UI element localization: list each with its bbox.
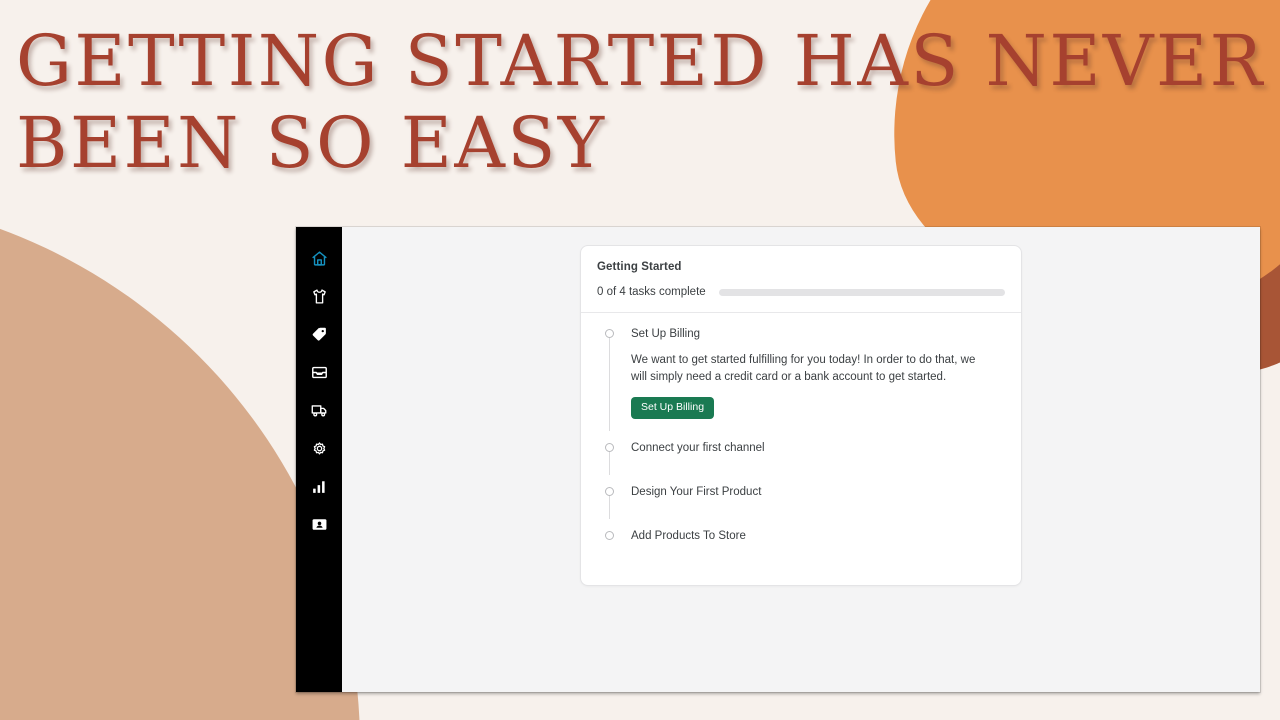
sidebar-item-tags[interactable] xyxy=(296,315,342,353)
sidebar-item-settings[interactable] xyxy=(296,429,342,467)
task-body: We want to get started fulfilling for yo… xyxy=(631,352,1005,419)
task-connector-line xyxy=(609,495,610,519)
task-item-connect-your-first-channel: Connect your first channel xyxy=(597,441,1005,475)
task-list: Set Up Billing We want to get started fu… xyxy=(581,313,1021,585)
task-item-set-up-billing: Set Up Billing We want to get started fu… xyxy=(597,327,1005,431)
sidebar-item-shipping[interactable] xyxy=(296,391,342,429)
task-status-circle-icon[interactable] xyxy=(605,530,614,540)
sidebar-item-inbox[interactable] xyxy=(296,353,342,391)
task-item-design-your-first-product: Design Your First Product xyxy=(597,485,1005,519)
task-title[interactable]: Add Products To Store xyxy=(631,529,1005,543)
progress-row: 0 of 4 tasks complete xyxy=(597,286,1005,298)
home-icon xyxy=(311,250,328,267)
sidebar-item-home[interactable] xyxy=(296,239,342,277)
headline-line-2: Been So Easy xyxy=(16,102,607,184)
tag-icon xyxy=(311,326,328,343)
task-title[interactable]: Set Up Billing xyxy=(631,327,1005,341)
task-connector-line xyxy=(609,451,610,475)
page-title: Getting Started xyxy=(597,261,682,273)
slide-stage: Getting Started Has Never Been So Easy xyxy=(0,0,1280,720)
card-header: Getting Started 0 of 4 tasks complete xyxy=(581,246,1021,313)
task-item-add-products-to-store: Add Products To Store xyxy=(597,529,1005,551)
sidebar-item-analytics[interactable] xyxy=(296,467,342,505)
task-title[interactable]: Design Your First Product xyxy=(631,485,1005,499)
app-screenshot-panel: Getting Started 0 of 4 tasks complete Se… xyxy=(296,227,1260,692)
gear-icon xyxy=(311,440,328,457)
truck-icon xyxy=(311,402,328,419)
task-action: Set Up Billing xyxy=(631,397,1005,419)
task-status-circle-icon[interactable] xyxy=(605,329,614,338)
bar-chart-icon xyxy=(311,478,328,495)
set-up-billing-button[interactable]: Set Up Billing xyxy=(631,397,715,419)
task-title[interactable]: Connect your first channel xyxy=(631,441,1005,455)
task-status-circle-icon[interactable] xyxy=(605,442,614,452)
headline-line-1: Getting Started Has Never xyxy=(16,20,1265,102)
contact-card-icon xyxy=(311,516,328,533)
tshirt-icon xyxy=(311,288,328,305)
sidebar-item-contacts[interactable] xyxy=(296,505,342,543)
inbox-icon xyxy=(311,364,328,381)
headline: Getting Started Has Never Been So Easy xyxy=(16,18,1266,186)
sidebar-nav xyxy=(296,227,342,692)
task-status-circle-icon[interactable] xyxy=(605,486,614,496)
task-connector-line xyxy=(609,338,610,431)
getting-started-card: Getting Started 0 of 4 tasks complete Se… xyxy=(580,245,1022,586)
progress-bar xyxy=(718,288,1005,296)
task-description: We want to get started fulfilling for yo… xyxy=(631,354,976,383)
app-content-area: Getting Started 0 of 4 tasks complete Se… xyxy=(342,227,1260,692)
progress-label: 0 of 4 tasks complete xyxy=(597,286,706,298)
sidebar-item-products[interactable] xyxy=(296,277,342,315)
